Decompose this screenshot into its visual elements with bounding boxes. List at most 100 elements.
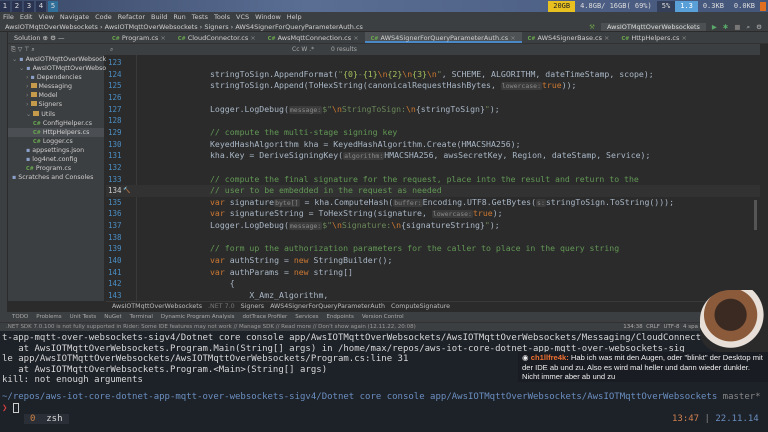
tree-item[interactable]: › Model [8, 91, 104, 100]
workspace-5[interactable]: 5 [48, 0, 58, 12]
code-line[interactable]: 129 // compute the multi-stage signing ke… [106, 127, 760, 139]
menu-file[interactable]: File [3, 12, 14, 22]
close-tab-icon[interactable]: × [679, 34, 686, 42]
code-line[interactable]: 143 X_Amz_Algorithm, [106, 290, 760, 301]
workspace-1[interactable]: 1 [0, 0, 10, 12]
expand-arrow-icon[interactable]: ⌄ [26, 111, 33, 118]
breadcrumb-item[interactable]: Signers [204, 23, 228, 31]
stop-icon[interactable]: ■ [734, 23, 740, 31]
tree-item[interactable]: C# Program.cs [8, 164, 104, 173]
workspace-2[interactable]: 2 [12, 0, 22, 12]
menu-code[interactable]: Code [95, 12, 112, 22]
editor-tab[interactable]: C# Program.cs × [106, 32, 172, 43]
code-line[interactable]: 123 [106, 57, 760, 69]
code-crumb[interactable]: .NET 7.0 [208, 303, 235, 310]
menu-tests[interactable]: Tests [192, 12, 208, 22]
code-crumb[interactable]: Signers [241, 303, 264, 310]
tool-window-version-control[interactable]: Version Control [362, 312, 404, 322]
search-options[interactable]: Cc W .* [292, 44, 314, 55]
code-line[interactable]: 136 var signatureString = ToHexString(sig… [106, 208, 760, 220]
code-line[interactable]: 133 // compute the final signature for th… [106, 174, 760, 186]
code-line[interactable]: 137 Logger.LogDebug(message:$"\nSignature… [106, 220, 760, 232]
tool-window-endpoints[interactable]: Endpoints [326, 312, 353, 322]
code-line[interactable]: 139 // form up the authorization paramete… [106, 243, 760, 255]
tree-item[interactable]: ⌄ Utils [8, 110, 104, 119]
menu-edit[interactable]: Edit [20, 12, 33, 22]
code-line[interactable]: 135 var signaturebyte[] = kha.ComputeHash… [106, 197, 760, 209]
menu-window[interactable]: Window [255, 12, 281, 22]
menu-view[interactable]: View [38, 12, 53, 22]
code-line[interactable]: 141 var authParams = new string[] [106, 267, 760, 279]
build-icon[interactable]: ⚒ [589, 23, 595, 31]
tree-item[interactable]: C# Logger.cs [8, 137, 104, 146]
code-line[interactable]: 130 KeyedHashAlgorithm kha = KeyedHashAlg… [106, 139, 760, 151]
code-line[interactable]: 131 kha.Key = DeriveSigningKey(algorithm:… [106, 150, 760, 162]
menu-navigate[interactable]: Navigate [60, 12, 89, 22]
code-line[interactable]: 132 [106, 162, 760, 174]
code-crumb[interactable]: AWS4SignerForQueryParameterAuth [270, 303, 385, 310]
workspace-switcher[interactable]: 12345 [0, 0, 60, 12]
close-tab-icon[interactable]: × [602, 34, 609, 42]
tree-item[interactable]: › Messaging [8, 82, 104, 91]
debug-icon[interactable]: ✱ [723, 23, 728, 31]
tmux-tab[interactable]: 0 zsh [24, 414, 69, 424]
code-line[interactable]: 124 stringToSign.AppendFormat("{0}-{1}\n{… [106, 69, 760, 81]
menu-build[interactable]: Build [151, 12, 167, 22]
tree-item[interactable]: C# HttpHelpers.cs [8, 127, 104, 137]
menu-run[interactable]: Run [173, 12, 185, 22]
tree-item[interactable]: › ▪ Dependencies [8, 73, 104, 82]
tool-window-services[interactable]: Services [295, 312, 318, 322]
workspace-4[interactable]: 4 [36, 0, 46, 12]
power-icon[interactable] [760, 1, 766, 11]
tree-item[interactable]: ▪ log4net.config [8, 155, 104, 164]
tree-item[interactable]: C# ConfigHelper.cs [8, 119, 104, 128]
editor-tab[interactable]: C# AwsMqttConnection.cs × [262, 32, 365, 43]
code-line[interactable]: 128 [106, 115, 760, 127]
editor-tab[interactable]: C# AWS4SignerBase.cs × [522, 32, 616, 43]
close-tab-icon[interactable]: × [248, 34, 255, 42]
search-icon[interactable]: ⌕ [747, 23, 751, 32]
status-message[interactable]: .NET SDK 7.0.100 is not fully supported … [6, 324, 416, 330]
breadcrumb-item[interactable]: AwsIOTMqttOverWebsockets [5, 23, 98, 31]
code-line[interactable]: 127 Logger.LogDebug(message:$"\nStringToS… [106, 104, 760, 116]
close-tab-icon[interactable]: × [508, 34, 515, 42]
code-line[interactable]: 125 stringToSign.Append(ToHexString(canon… [106, 80, 760, 92]
settings-icon[interactable]: ⚙ [756, 23, 762, 31]
tree-item[interactable]: ⌄ ▪ AwsIOTMqttOverWebsockets [8, 64, 123, 73]
tool-window-terminal[interactable]: Terminal [130, 312, 153, 322]
menu-help[interactable]: Help [287, 12, 302, 22]
tool-window-dynamic-program-analysis[interactable]: Dynamic Program Analysis [161, 312, 235, 322]
run-icon[interactable]: ▶ [712, 23, 717, 31]
tree-item[interactable]: ▪ appsettings.json [8, 146, 104, 155]
workspace-3[interactable]: 3 [24, 0, 34, 12]
menu-tools[interactable]: Tools [214, 12, 230, 22]
line-ending[interactable]: CRLF [646, 324, 660, 330]
menu-refactor[interactable]: Refactor [118, 12, 145, 22]
close-tab-icon[interactable]: × [158, 34, 165, 42]
run-config-selector[interactable]: AwsIOTMqttOverWebsockets [600, 23, 706, 31]
editor-tab[interactable]: C# CloudConnector.cs × [172, 32, 262, 43]
code-line[interactable]: 138 [106, 232, 760, 244]
editor-scrollbar[interactable] [754, 200, 757, 230]
tree-item[interactable]: ▪ Scratches and Consoles [8, 173, 104, 182]
close-tab-icon[interactable]: × [351, 34, 358, 42]
editor-tab[interactable]: C# AWS4SignerForQueryParameterAuth.cs × [364, 32, 522, 43]
tool-window-problems[interactable]: Problems [36, 312, 61, 322]
search-bar[interactable]: ⌕ Cc W .* 0 results [106, 44, 760, 55]
code-crumb[interactable]: ComputeSignature [391, 303, 450, 310]
tool-window-unit-tests[interactable]: Unit Tests [70, 312, 97, 322]
code-line[interactable]: 134 🔨 // user to be embedded in the reques… [106, 185, 760, 197]
code-line[interactable]: 142 { [106, 278, 760, 290]
tool-window-todo[interactable]: TODO [12, 312, 28, 322]
code-line[interactable]: 140 var authString = new StringBuilder(); [106, 255, 760, 267]
code-editor[interactable]: 123 124 stringToSign.AppendFormat("{0}-{1}… [106, 55, 760, 301]
code-crumb[interactable]: AwsIOTMqttOverWebsockets [112, 303, 202, 310]
breadcrumb-item[interactable]: AwsIOTMqttOverWebsockets [105, 23, 198, 31]
menu-vcs[interactable]: VCS [236, 12, 249, 22]
tool-window-nuget[interactable]: NuGet [104, 312, 121, 322]
tool-window-dottrace-profiler[interactable]: dotTrace Profiler [243, 312, 288, 322]
caret-position[interactable]: 134:38 [623, 324, 642, 330]
encoding[interactable]: UTF-8 [663, 324, 679, 330]
tree-item[interactable]: ⌄ ▪ AwsIOTMqttOverWebsockets [8, 55, 116, 64]
solution-explorer-header[interactable]: Solution ⊕ ⚙ — [8, 32, 106, 43]
